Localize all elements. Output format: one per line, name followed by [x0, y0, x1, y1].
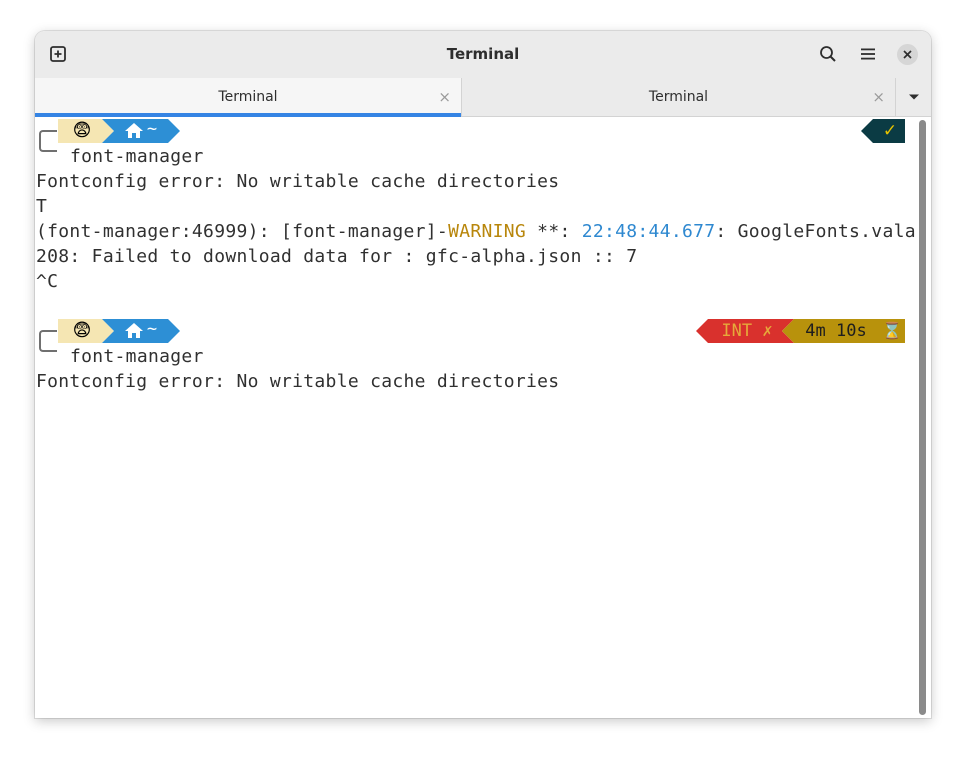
tab-label: Terminal — [648, 89, 709, 105]
warning-prefix: (font-manager:46999): [font-manager]- — [36, 221, 449, 242]
prompt-command: font-manager — [70, 146, 204, 167]
hamburger-menu-icon — [861, 48, 875, 60]
tab-terminal-2[interactable]: Terminal × — [462, 78, 895, 116]
output-line: ^C — [36, 271, 59, 292]
tab-close-button[interactable]: × — [872, 78, 885, 116]
warning-tail: : GoogleFonts.vala: — [715, 221, 927, 242]
output-line: Fontconfig error: No writable cache dire… — [36, 371, 560, 392]
tab-terminal-1[interactable]: Terminal × — [35, 78, 461, 117]
search-icon — [820, 46, 836, 62]
prompt-command: font-manager — [70, 346, 204, 367]
terminal-output[interactable]: 😨 ~ font-manager ✓ Fontconfig error: No … — [35, 117, 931, 718]
warning-level: WARNING — [448, 221, 527, 242]
tab-label: Terminal — [218, 89, 278, 105]
close-icon — [903, 50, 912, 59]
hourglass-icon: ⌛ — [882, 321, 902, 340]
warning-stars: **: — [526, 221, 582, 242]
status-ok-check: ✓ — [882, 120, 898, 141]
prompt-frame-corner — [39, 330, 57, 352]
home-icon — [124, 322, 144, 343]
scrollbar[interactable] — [919, 120, 926, 715]
tab-list-dropdown-button[interactable] — [895, 78, 931, 116]
output-line: T — [36, 196, 48, 217]
prompt-path: ~ — [146, 318, 158, 339]
search-button[interactable] — [814, 40, 842, 68]
prompt-frame-corner — [39, 130, 57, 152]
command-duration: 4m 10s — [805, 320, 867, 341]
terminal-window: Terminal Terminal × Terminal × 😨 ~ font-… — [35, 31, 931, 718]
output-line: 208: Failed to download data for : gfc-a… — [36, 246, 638, 267]
emoji-face: 😨 — [72, 120, 92, 141]
tab-close-button[interactable]: × — [438, 78, 451, 116]
exit-status-int: INT ✗ — [721, 320, 773, 341]
warning-timestamp: 22:48:44.677 — [581, 221, 716, 242]
new-tab-button[interactable] — [44, 40, 72, 68]
home-icon — [124, 122, 144, 143]
tab-bar: Terminal × Terminal × — [35, 78, 931, 117]
new-tab-icon — [50, 46, 66, 62]
main-menu-button[interactable] — [854, 40, 882, 68]
output-line: Fontconfig error: No writable cache dire… — [36, 171, 560, 192]
window-title: Terminal — [446, 45, 520, 63]
emoji-face: 😨 — [72, 320, 92, 341]
header-bar: Terminal — [35, 31, 931, 78]
prompt-path: ~ — [146, 118, 158, 139]
warning-line: (font-manager:46999): [font-manager]-WAR… — [36, 219, 927, 244]
close-window-button[interactable] — [897, 44, 918, 65]
chevron-down-icon — [909, 94, 919, 100]
